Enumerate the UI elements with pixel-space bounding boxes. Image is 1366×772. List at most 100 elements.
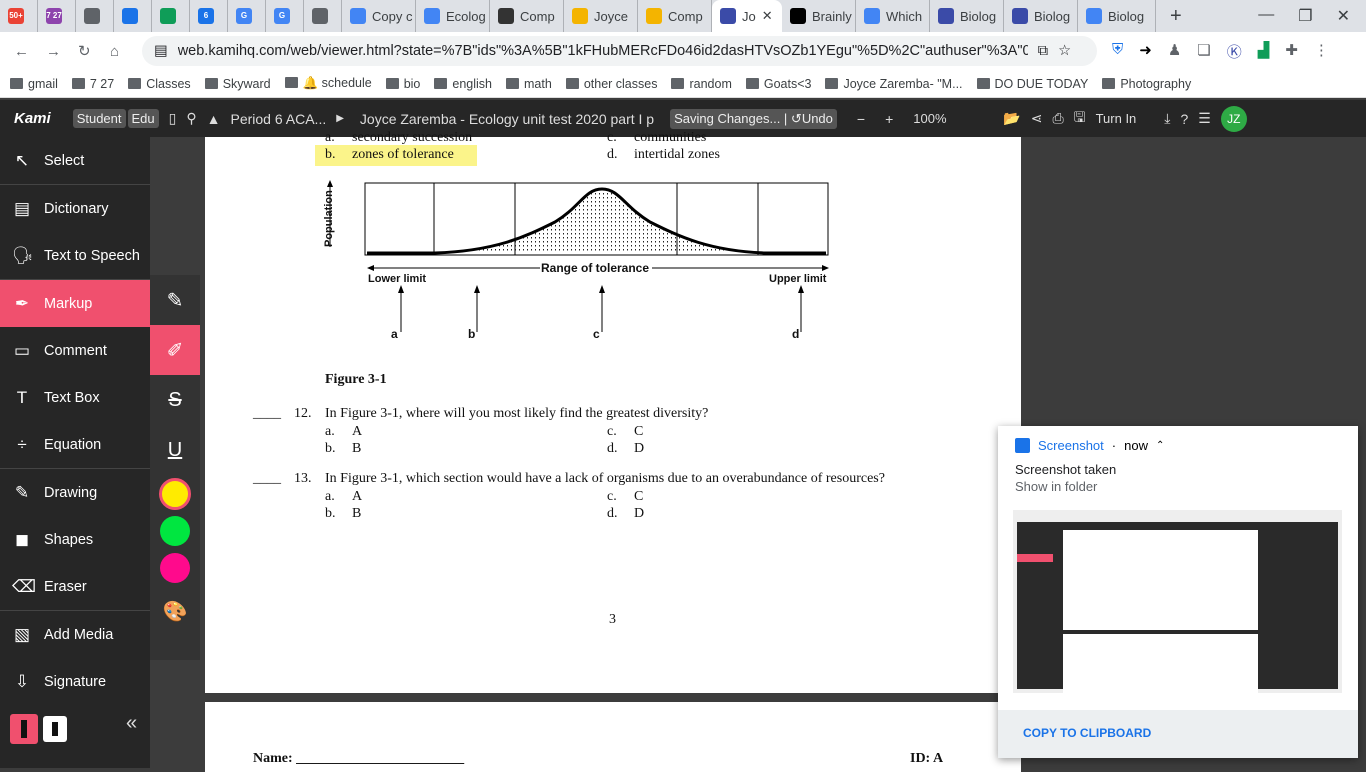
sidebar-item-select[interactable]: ↖ Select xyxy=(0,137,150,184)
browser-tab[interactable]: Copy c xyxy=(342,0,416,32)
character-extension-icon[interactable]: ♟ xyxy=(1168,41,1181,62)
pen-tool[interactable]: ✐ xyxy=(150,325,200,375)
back-icon[interactable]: ← xyxy=(14,43,29,60)
sheets-extension-icon[interactable]: ▟ xyxy=(1258,41,1270,62)
yellow-swatch[interactable] xyxy=(150,475,200,512)
bookmark-item[interactable]: 7 27 xyxy=(71,77,114,91)
browser-tab[interactable]: Jo ✕ xyxy=(712,0,782,32)
zoom-out-icon[interactable]: − xyxy=(857,111,865,127)
document-title[interactable]: Joyce Zaremba - Ecology unit test 2020 p… xyxy=(360,111,654,127)
sidebar-item-comment[interactable]: ▭ Comment xyxy=(0,327,150,374)
highlighter-tool[interactable]: ✎ xyxy=(150,275,200,325)
single-page-view-button[interactable] xyxy=(10,714,38,744)
undo-button[interactable]: Undo xyxy=(802,111,833,126)
search-icon[interactable]: ⚲ xyxy=(186,110,196,127)
bookmark-item[interactable]: Photography xyxy=(1102,77,1191,91)
browser-tab[interactable]: Brainly xyxy=(782,0,856,32)
bookmark-star-icon[interactable]: ☆ xyxy=(1058,43,1071,59)
browser-tab[interactable] xyxy=(152,0,190,32)
browser-tab[interactable]: Comp xyxy=(638,0,712,32)
sidebar-item-eraser[interactable]: ⌫ Eraser xyxy=(0,563,150,610)
green-swatch[interactable] xyxy=(150,512,200,549)
browser-tab[interactable]: Comp xyxy=(490,0,564,32)
close-tab-icon[interactable]: ✕ xyxy=(762,8,773,24)
sidebar-item-shapes[interactable]: ◼ Shapes xyxy=(0,516,150,563)
browser-tab[interactable]: 7 27 xyxy=(38,0,76,32)
collapse-sidebar-icon[interactable]: « xyxy=(126,712,137,735)
kami-extension-icon[interactable]: Ⓚ xyxy=(1227,41,1242,62)
bookmark-item[interactable]: 🔔 schedule xyxy=(284,76,372,91)
bookmark-item[interactable]: random xyxy=(671,77,732,91)
answer-blank[interactable]: ____ xyxy=(253,406,281,422)
browser-tab[interactable]: Which xyxy=(856,0,930,32)
bookmark-item[interactable]: bio xyxy=(385,77,420,91)
show-in-folder-link[interactable]: Show in folder xyxy=(1015,479,1097,494)
sidebar-item-add-media[interactable]: ▧ Add Media xyxy=(0,611,150,658)
home-icon[interactable]: ⌂ xyxy=(110,43,119,60)
browser-tab[interactable]: G xyxy=(266,0,304,32)
print-icon[interactable]: ⎙ xyxy=(1052,110,1063,127)
zoom-select[interactable]: 100% xyxy=(913,111,993,126)
share-icon[interactable]: ⋖ xyxy=(1031,110,1043,127)
sidebar-item-text-box[interactable]: T Text Box xyxy=(0,374,150,421)
strikethrough-tool[interactable]: S xyxy=(150,375,200,425)
magenta-swatch[interactable] xyxy=(150,549,200,586)
browser-tab[interactable]: 6 xyxy=(190,0,228,32)
maximize-icon[interactable]: ❐ xyxy=(1298,6,1312,26)
bookmark-item[interactable]: Skyward xyxy=(204,77,271,91)
help-icon[interactable]: ? xyxy=(1180,111,1188,127)
chevron-up-icon[interactable]: ⌃ xyxy=(1156,440,1164,451)
dual-page-view-button[interactable] xyxy=(43,716,67,742)
browser-tab[interactable]: Joyce xyxy=(564,0,638,32)
browser-tab[interactable]: Biolog xyxy=(930,0,1004,32)
save-icon[interactable]: 🖫 xyxy=(1074,107,1086,131)
sidebar-item-text-to-speech[interactable]: 🗣 Text to Speech xyxy=(0,232,150,279)
browser-tab[interactable] xyxy=(304,0,342,32)
bookmark-item[interactable]: Classes xyxy=(128,77,191,91)
browser-tab[interactable]: Biolog xyxy=(1004,0,1078,32)
browser-tab[interactable] xyxy=(76,0,114,32)
avatar[interactable]: JZ xyxy=(1220,105,1247,132)
puzzle-icon[interactable]: ✚ xyxy=(1285,41,1298,62)
menu-icon[interactable]: ⋮ xyxy=(1314,41,1329,62)
underline-tool[interactable]: U xyxy=(150,425,200,475)
browser-tab[interactable] xyxy=(114,0,152,32)
open-external-icon[interactable]: ⧉ xyxy=(1038,43,1048,59)
browser-tab[interactable]: G xyxy=(228,0,266,32)
screenshot-thumbnail[interactable] xyxy=(1013,510,1342,694)
sidebar-item-dictionary[interactable]: ▤ Dictionary xyxy=(0,185,150,232)
sidebar-item-equation[interactable]: ÷ Equation xyxy=(0,421,150,468)
copy-extension-icon[interactable]: ❏ xyxy=(1197,41,1210,62)
forward-icon[interactable]: → xyxy=(46,43,61,60)
palette-icon[interactable]: 🎨 xyxy=(150,586,200,636)
copy-to-clipboard-button[interactable]: COPY TO CLIPBOARD xyxy=(998,710,1358,758)
sidebar-item-markup[interactable]: ✒ Markup xyxy=(0,280,150,327)
sidebar-item-signature[interactable]: ⇩ Signature xyxy=(0,658,150,705)
arrow-extension-icon[interactable]: ➜ xyxy=(1139,41,1152,62)
bookmark-item[interactable]: Joyce Zaremba- "M... xyxy=(825,77,963,91)
answer-blank[interactable]: ____ xyxy=(253,471,281,487)
browser-tab[interactable]: Biolog xyxy=(1078,0,1156,32)
open-folder-icon[interactable]: 📂 xyxy=(1003,110,1020,127)
bookmark-item[interactable]: gmail xyxy=(10,77,58,91)
url-field[interactable]: ▤ web.kamihq.com/web/viewer.html?state=%… xyxy=(142,36,1097,66)
bookmark-item[interactable]: math xyxy=(506,77,552,91)
bookmark-item[interactable]: DO DUE TODAY xyxy=(976,77,1088,91)
sidebar-toggle-icon[interactable]: ▯ xyxy=(169,110,177,127)
zoom-in-icon[interactable]: + xyxy=(885,111,893,127)
turn-in-button[interactable]: Turn In xyxy=(1096,111,1137,126)
download-icon[interactable]: ⤓ xyxy=(1164,110,1170,127)
hamburger-icon[interactable]: ☰ xyxy=(1198,110,1211,127)
bookmark-item[interactable]: english xyxy=(434,77,492,91)
reload-icon[interactable]: ↻ xyxy=(78,42,91,60)
browser-tab[interactable]: 50+ xyxy=(0,0,38,32)
page-info-icon[interactable]: ▤ xyxy=(154,43,168,59)
bookmark-item[interactable]: other classes xyxy=(565,77,657,91)
browser-tab[interactable]: Ecolog xyxy=(416,0,490,32)
minimize-icon[interactable]: — xyxy=(1258,6,1274,26)
folder-link[interactable]: Period 6 ACA... xyxy=(231,111,327,127)
bookmark-item[interactable]: Goats<3 xyxy=(745,77,811,91)
sidebar-item-drawing[interactable]: ✎ Drawing xyxy=(0,469,150,516)
shield-extension-icon[interactable]: ⛨ xyxy=(1112,41,1123,62)
new-tab-icon[interactable]: + xyxy=(1170,5,1182,28)
